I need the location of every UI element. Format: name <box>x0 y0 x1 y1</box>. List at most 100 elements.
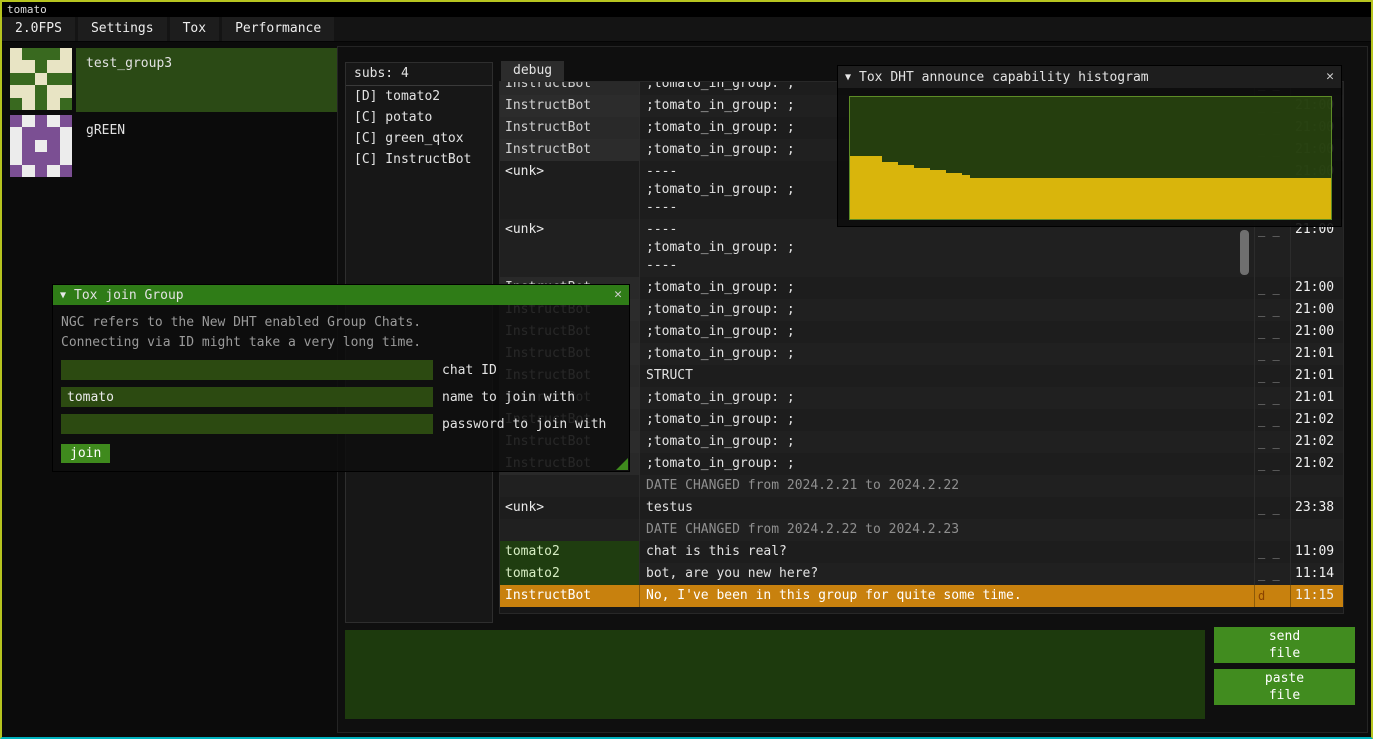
message-text: ;tomato_in_group: ; <box>640 277 1255 299</box>
histogram-window: ▼ Tox DHT announce capability histogram … <box>837 65 1342 227</box>
message-time: 11:09 <box>1291 541 1343 563</box>
histogram-bar <box>1058 178 1066 219</box>
histogram-bar <box>946 173 954 219</box>
histogram-bar <box>1034 178 1042 219</box>
histogram-bar <box>1195 178 1203 219</box>
histogram-bar <box>1243 178 1251 219</box>
send-file-button[interactable]: send file <box>1214 627 1355 663</box>
group-item-gREEN[interactable]: gREEN <box>10 115 337 179</box>
histogram-bar <box>1098 178 1106 219</box>
message-flags: _ _ <box>1255 321 1291 343</box>
histogram-bar <box>1251 178 1259 219</box>
message-flags: _ _ <box>1255 299 1291 321</box>
message-text: ;tomato_in_group: ; <box>640 321 1255 343</box>
message-time: 21:02 <box>1291 431 1343 453</box>
group-item-test_group3[interactable]: test_group3 <box>10 48 337 112</box>
app-window: tomato 2.0FPSSettingsToxPerformance test… <box>0 0 1373 739</box>
message-text: ;tomato_in_group: ; <box>640 431 1255 453</box>
message-time: 11:15 <box>1291 585 1343 607</box>
date-separator-row: DATE CHANGED from 2024.2.22 to 2024.2.23 <box>500 519 1343 541</box>
histogram-plot <box>849 96 1332 220</box>
message-flags: _ _ <box>1255 365 1291 387</box>
histogram-bar <box>1050 178 1058 219</box>
histogram-bar <box>1147 178 1155 219</box>
histogram-bar <box>1275 178 1283 219</box>
message-text: DATE CHANGED from 2024.2.21 to 2024.2.22 <box>640 475 1255 497</box>
histogram-bar <box>1219 178 1227 219</box>
paste-file-button[interactable]: paste file <box>1214 669 1355 705</box>
histogram-bar <box>1139 178 1147 219</box>
join-password-input[interactable] <box>61 414 433 434</box>
message-flags: _ _ <box>1255 409 1291 431</box>
sender-name <box>500 475 640 497</box>
message-text: bot, are you new here? <box>640 563 1255 585</box>
message-time <box>1291 519 1343 541</box>
sender-name: tomato2 <box>500 541 640 563</box>
message-time: 21:00 <box>1291 219 1343 277</box>
histogram-bar <box>1179 178 1187 219</box>
histogram-bar <box>1115 178 1123 219</box>
join-field-label: name to join with <box>442 390 575 405</box>
join-group-titlebar[interactable]: ▼ Tox join Group ✕ <box>53 285 629 305</box>
collapse-arrow-icon[interactable]: ▼ <box>60 290 66 301</box>
message-row[interactable]: <unk>testus_ _23:38 <box>500 497 1343 519</box>
menu-item-settings[interactable]: Settings <box>78 17 167 41</box>
join-button[interactable]: join <box>61 444 110 463</box>
fps-counter: 2.0FPS <box>2 17 75 41</box>
date-separator-row: DATE CHANGED from 2024.2.21 to 2024.2.22 <box>500 475 1343 497</box>
message-flags <box>1255 475 1291 497</box>
tab-debug[interactable]: debug <box>501 61 564 81</box>
message-flags: _ _ <box>1255 541 1291 563</box>
histogram-bar <box>1307 178 1315 219</box>
member-item[interactable]: [C] potato <box>346 107 492 128</box>
histogram-bar <box>1187 178 1195 219</box>
chat-scrollbar-thumb[interactable] <box>1240 230 1249 275</box>
message-time: 21:02 <box>1291 409 1343 431</box>
histogram-bar <box>938 170 946 219</box>
message-row[interactable]: <unk>----;tomato_in_group: ;----_ _21:00 <box>500 219 1343 277</box>
histogram-bar <box>954 173 962 219</box>
message-flags: _ _ <box>1255 453 1291 475</box>
histogram-bar <box>1155 178 1163 219</box>
histogram-bar <box>1107 178 1115 219</box>
member-item[interactable]: [D] tomato2 <box>346 86 492 107</box>
member-item[interactable]: [C] InstructBot <box>346 149 492 170</box>
message-time: 21:01 <box>1291 343 1343 365</box>
message-input[interactable] <box>345 630 1205 719</box>
menu-bar: 2.0FPSSettingsToxPerformance <box>2 17 1371 42</box>
sender-name: <unk> <box>500 497 640 519</box>
sender-name: InstructBot <box>500 117 640 139</box>
message-row[interactable]: tomato2bot, are you new here?_ _11:14 <box>500 563 1343 585</box>
join-field-row: name to join with <box>61 387 621 407</box>
subs-count-label: subs: 4 <box>346 63 492 86</box>
chat-id-input[interactable] <box>61 360 433 380</box>
message-row[interactable]: InstructBotNo, I've been in this group f… <box>500 585 1343 607</box>
message-text: ;tomato_in_group: ; <box>640 343 1255 365</box>
message-row[interactable]: tomato2chat is this real?_ _11:09 <box>500 541 1343 563</box>
window-titlebar[interactable]: tomato <box>2 2 1371 17</box>
collapse-arrow-icon[interactable]: ▼ <box>845 72 851 83</box>
member-item[interactable]: [C] green_qtox <box>346 128 492 149</box>
histogram-bar <box>1082 178 1090 219</box>
message-flags: _ _ <box>1255 277 1291 299</box>
histogram-bar <box>1299 178 1307 219</box>
histogram-bar <box>850 156 858 219</box>
histogram-bar <box>922 168 930 219</box>
message-time: 21:00 <box>1291 299 1343 321</box>
histogram-titlebar[interactable]: ▼ Tox DHT announce capability histogram … <box>838 66 1341 88</box>
menu-item-performance[interactable]: Performance <box>222 17 334 41</box>
resize-grip[interactable] <box>616 458 628 470</box>
histogram-bar <box>962 175 970 219</box>
message-flags: _ _ <box>1255 387 1291 409</box>
close-icon[interactable]: ✕ <box>614 285 622 305</box>
close-icon[interactable]: ✕ <box>1326 66 1334 88</box>
histogram-bar <box>898 165 906 219</box>
message-text: ;tomato_in_group: ; <box>640 387 1255 409</box>
join-fields: chat IDname to join withpassword to join… <box>61 360 621 434</box>
histogram-bar <box>1074 178 1082 219</box>
join-name-input[interactable] <box>61 387 433 407</box>
histogram-bar <box>1018 178 1026 219</box>
join-group-window: ▼ Tox join Group ✕ NGC refers to the New… <box>52 284 630 472</box>
menu-item-tox[interactable]: Tox <box>170 17 219 41</box>
histogram-bar <box>970 178 978 219</box>
